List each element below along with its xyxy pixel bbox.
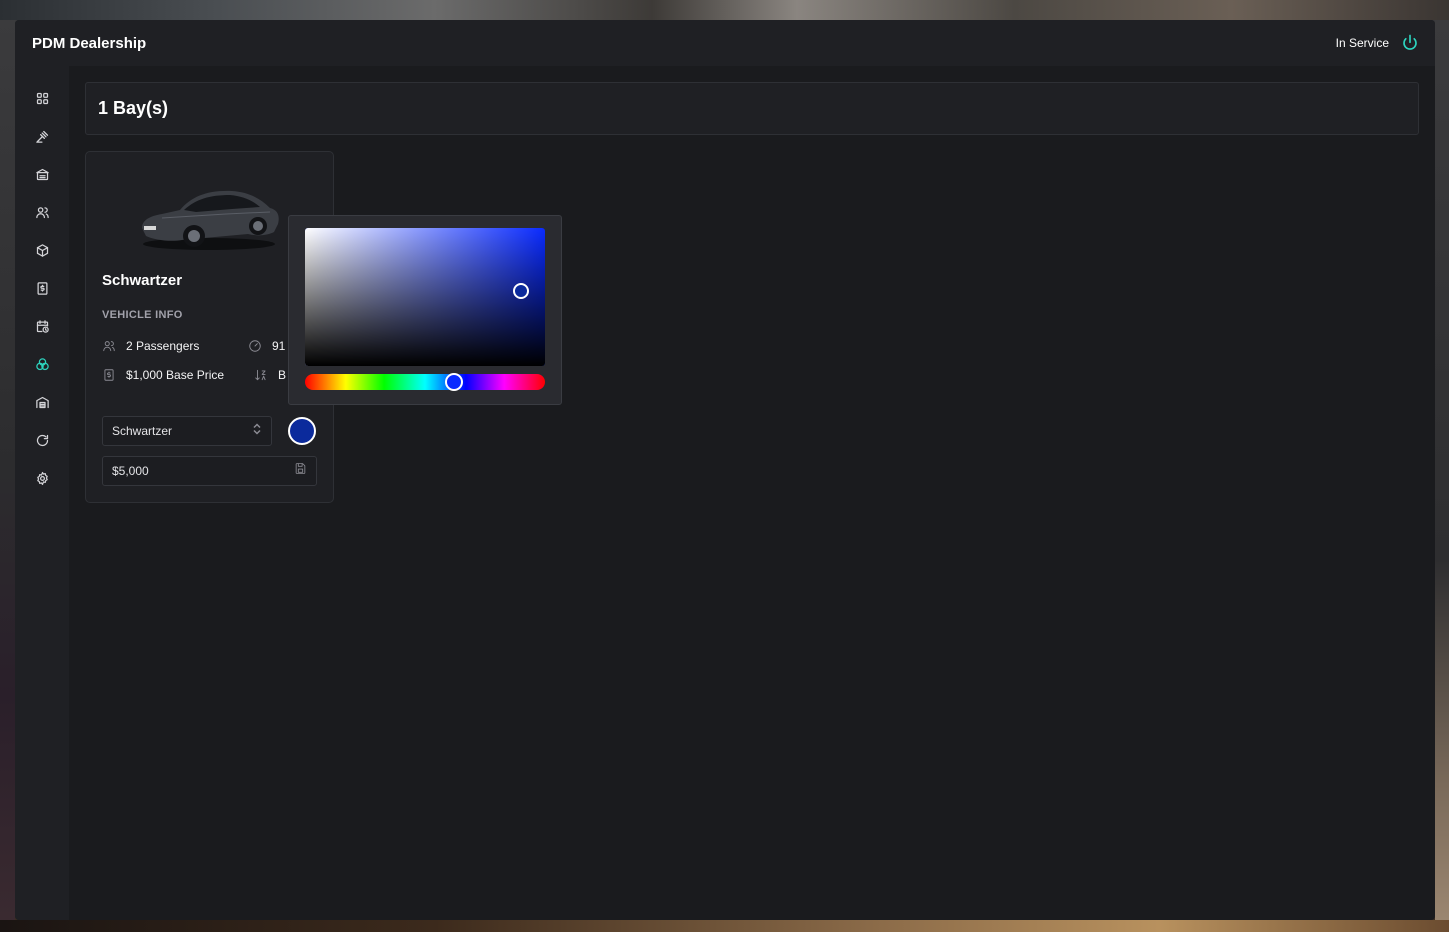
calendar-clock-icon: [36, 319, 49, 333]
color-picker-popover: [288, 215, 562, 405]
saturation-value-area[interactable]: [305, 228, 545, 366]
box-icon: [36, 243, 48, 257]
color-swatch-button[interactable]: [288, 417, 316, 445]
speed-info: 91: [248, 339, 285, 353]
gear-icon: [36, 471, 48, 485]
sidebar-item-colors[interactable]: [27, 349, 57, 379]
sidebar-item-employees[interactable]: [27, 197, 57, 227]
background-scene-bottom: [0, 920, 1449, 932]
sidebar-item-calendar[interactable]: [27, 311, 57, 341]
background-scene-right: [1435, 20, 1449, 920]
sidebar-item-refresh[interactable]: [27, 425, 57, 455]
base-price-text: $1,000 Base Price: [126, 368, 225, 382]
sidebar-item-stock[interactable]: [27, 235, 57, 265]
base-price-info: $1,000 Base Price: [102, 368, 224, 382]
dealership-window: PDM Dealership In Service 1 Bay(s) Schwa…: [15, 20, 1435, 920]
receipt-dollar-icon: [37, 281, 47, 295]
sidebar-item-settings[interactable]: [27, 463, 57, 493]
save-icon: [295, 463, 306, 474]
model-select[interactable]: Schwartzer: [102, 416, 272, 446]
bays-header: 1 Bay(s): [85, 82, 1419, 135]
grid-icon: [36, 92, 48, 104]
users-icon: [35, 206, 49, 218]
sidebar-item-finance[interactable]: [27, 273, 57, 303]
bays-title: 1 Bay(s): [98, 98, 169, 118]
vehicle-info-label: VEHICLE INFO: [102, 309, 183, 321]
speed-text: 91: [272, 339, 286, 353]
power-icon: [1403, 34, 1417, 50]
save-price-button[interactable]: [294, 462, 307, 480]
sidebar-item-storage[interactable]: [27, 159, 57, 189]
hue-slider-handle[interactable]: [444, 373, 463, 391]
speedometer-icon: [249, 340, 261, 352]
chevron-up-down-icon: [252, 422, 262, 440]
sidebar-item-garage[interactable]: [27, 387, 57, 417]
vehicle-image: [142, 190, 279, 250]
sale-price-value: $5,000: [112, 464, 149, 478]
class-text: B: [278, 368, 287, 382]
sidebar-item-dashboard[interactable]: [27, 83, 57, 113]
warehouse-icon: [35, 396, 49, 408]
service-status-label: In Service: [1335, 36, 1389, 50]
color-circles-icon: [35, 357, 49, 370]
background-scene-left: [0, 20, 15, 920]
archive-icon: [35, 168, 49, 180]
sidebar: [15, 66, 69, 920]
main-content: 1 Bay(s) Schwartzer VEHICLE INFO 2 Passe…: [85, 82, 1419, 912]
sort-icon: [255, 369, 266, 381]
receipt-dollar-icon: [104, 369, 114, 381]
service-status: In Service: [1336, 34, 1419, 52]
gavel-icon: [35, 130, 48, 143]
sale-price-input[interactable]: $5,000: [102, 456, 317, 486]
power-toggle-button[interactable]: [1401, 34, 1419, 52]
refresh-icon: [36, 434, 48, 446]
title-bar: PDM Dealership In Service: [15, 20, 1435, 66]
vehicle-name: Schwartzer: [102, 272, 183, 289]
hue-slider[interactable]: [305, 373, 545, 391]
sidebar-item-auction[interactable]: [27, 121, 57, 151]
passengers-text: 2 Passengers: [126, 339, 200, 353]
class-info: B: [254, 368, 286, 382]
app-title: PDM Dealership: [32, 34, 147, 52]
users-icon: [103, 341, 115, 352]
model-select-value: Schwartzer: [112, 424, 173, 438]
passengers-info: 2 Passengers: [102, 339, 199, 353]
background-scene-top: [0, 0, 1449, 20]
